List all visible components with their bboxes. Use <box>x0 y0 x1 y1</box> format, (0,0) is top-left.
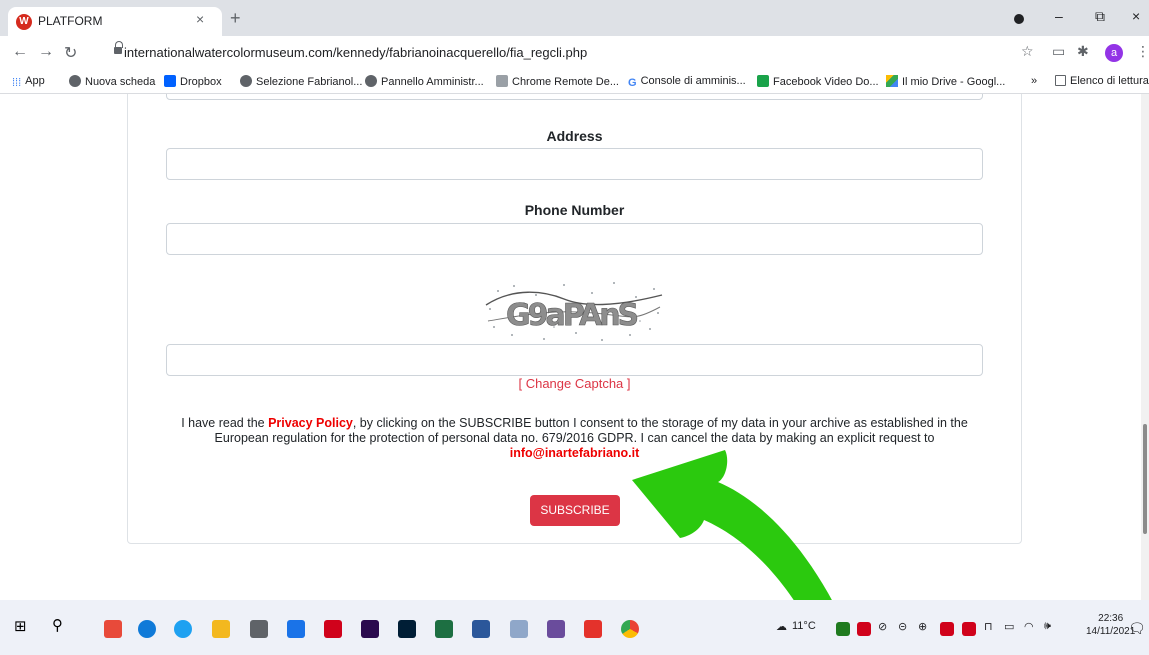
privacy-policy-link[interactable]: Privacy Policy <box>268 416 353 430</box>
address-label: Address <box>546 128 603 144</box>
download-icon <box>757 75 769 87</box>
tray-icon-2[interactable]: ⊝ <box>898 620 907 633</box>
tray-icon[interactable]: ⊘ <box>878 620 887 633</box>
bookmark-chrome-remote[interactable]: Chrome Remote De... <box>496 75 619 88</box>
consent-text: I have read the Privacy Policy, by click… <box>181 416 968 460</box>
tray-icon-4[interactable]: ⊓ <box>984 620 993 633</box>
extensions-puzzle-icon[interactable]: ✱ <box>1077 43 1089 60</box>
phone-input[interactable] <box>166 223 983 255</box>
globe-icon <box>240 75 252 87</box>
bookmark-dropbox[interactable]: Dropbox <box>164 75 222 88</box>
forward-arrow-icon[interactable]: → <box>38 43 54 61</box>
volume-icon[interactable]: 🕪 <box>1044 620 1051 633</box>
file-explorer-icon[interactable] <box>212 620 230 638</box>
close-window-button[interactable]: × <box>1132 8 1140 24</box>
tray-app-icon-3[interactable] <box>940 622 954 636</box>
tab-close-icon[interactable]: × <box>196 11 204 27</box>
bookmark-google-drive[interactable]: Il mio Drive - Googl... <box>886 75 1005 88</box>
browser-toolbar: ← → ↻ internationalwatercolormuseum.com/… <box>0 36 1149 70</box>
remote-desktop-icon <box>496 75 508 87</box>
tab-strip: W PLATFORM × + – ⧉ × <box>0 0 1149 36</box>
subscribe-button[interactable]: SUBSCRIBE <box>530 495 620 526</box>
battery-icon[interactable]: ▭ <box>1004 620 1014 633</box>
watercolor-favicon-icon: W <box>16 14 32 30</box>
search-icon[interactable]: ⚲ <box>52 616 70 634</box>
notifications-icon[interactable]: 🗨 <box>1128 620 1146 637</box>
mail-icon[interactable] <box>287 620 305 638</box>
media-icon[interactable]: ▭ <box>1052 43 1065 60</box>
wifi-icon[interactable]: ◠ <box>1024 620 1034 633</box>
captcha-text: G9aPAnS <box>506 298 638 333</box>
apps-grid-icon: ⁞⁞⁞ <box>12 77 22 89</box>
weather-icon[interactable]: ☁ <box>776 620 787 633</box>
reading-list[interactable]: Elenco di lettura <box>1055 75 1149 87</box>
premiere-icon[interactable] <box>361 620 379 638</box>
captcha-input[interactable] <box>166 344 983 376</box>
bookmark-apps[interactable]: ⁞⁞⁞ App <box>12 75 45 89</box>
lock-icon <box>114 41 123 55</box>
back-arrow-icon[interactable]: ← <box>12 43 28 61</box>
tab-title: PLATFORM <box>38 14 103 28</box>
bookmark-selezione[interactable]: Selezione Fabrianol... <box>240 75 362 88</box>
acrobat-icon[interactable] <box>324 620 342 638</box>
bookmark-new-tab[interactable]: Nuova scheda <box>69 75 155 88</box>
windows-start-icon[interactable]: ⊞ <box>14 617 32 635</box>
address-input[interactable] <box>166 148 983 180</box>
previous-field-input[interactable] <box>166 94 983 100</box>
url-text: internationalwatercolormuseum.com/kenned… <box>124 45 588 60</box>
bookmarks-bar: ⁞⁞⁞ App Nuova scheda Dropbox Selezione Fa… <box>0 70 1149 94</box>
google-drive-icon <box>886 75 898 87</box>
google-g-icon: G <box>628 77 637 89</box>
tray-app-icon[interactable] <box>836 622 850 636</box>
camera-icon[interactable] <box>250 620 268 638</box>
profile-indicator-icon[interactable] <box>1014 14 1024 24</box>
phone-label: Phone Number <box>524 202 625 218</box>
reload-icon[interactable]: ↻ <box>64 43 77 63</box>
bookmark-console[interactable]: G Console di amminis... <box>628 75 746 89</box>
weather-temp[interactable]: 11°C <box>792 620 816 632</box>
bookmarks-more-button[interactable]: » <box>1031 75 1037 87</box>
pdf-app-icon[interactable] <box>104 620 122 638</box>
globe-icon <box>69 75 81 87</box>
restore-button[interactable]: ⧉ <box>1095 8 1105 25</box>
app-icon[interactable] <box>510 620 528 638</box>
anydesk-icon[interactable] <box>584 620 602 638</box>
email-link[interactable]: info@inartefabriano.it <box>510 446 640 460</box>
word-icon[interactable] <box>472 620 490 638</box>
change-captcha-link[interactable]: [ Change Captcha ] <box>166 376 983 391</box>
excel-icon[interactable] <box>435 620 453 638</box>
bookmark-star-icon[interactable]: ☆ <box>1021 43 1034 60</box>
captcha-image: G9aPAnS <box>485 282 663 341</box>
minimize-button[interactable]: – <box>1055 8 1063 24</box>
avatar[interactable]: a <box>1105 44 1123 62</box>
internet-explorer-icon[interactable] <box>174 620 192 638</box>
globe-icon <box>365 75 377 87</box>
windows-taskbar: ⊞ ⚲ ☁ 11°C ⊘ ⊝ ⊕ ⊓ ▭ ◠ 🕪 22:36 14/11/202… <box>0 600 1149 655</box>
address-bar[interactable]: internationalwatercolormuseum.com/kenned… <box>104 40 994 66</box>
scrollbar-thumb[interactable] <box>1143 424 1147 534</box>
tray-app-icon-4[interactable] <box>962 622 976 636</box>
page-content: Address Phone Number G9aPAnS [ Change Ca… <box>0 94 1149 600</box>
bookmark-facebook-video[interactable]: Facebook Video Do... <box>757 75 879 88</box>
new-tab-button[interactable]: + <box>230 8 241 29</box>
dropbox-icon <box>164 75 176 87</box>
edge-icon[interactable] <box>138 620 156 638</box>
tray-icon-3[interactable]: ⊕ <box>918 620 927 633</box>
app-icon-2[interactable] <box>547 620 565 638</box>
reading-list-icon <box>1055 75 1066 86</box>
browser-tab[interactable]: W PLATFORM × <box>8 7 222 36</box>
bookmark-pannello[interactable]: Pannello Amministr... <box>365 75 484 88</box>
photoshop-icon[interactable] <box>398 620 416 638</box>
kebab-menu-icon[interactable]: ⋮ <box>1136 43 1149 60</box>
chrome-icon[interactable] <box>621 620 639 638</box>
tray-app-icon-2[interactable] <box>857 622 871 636</box>
